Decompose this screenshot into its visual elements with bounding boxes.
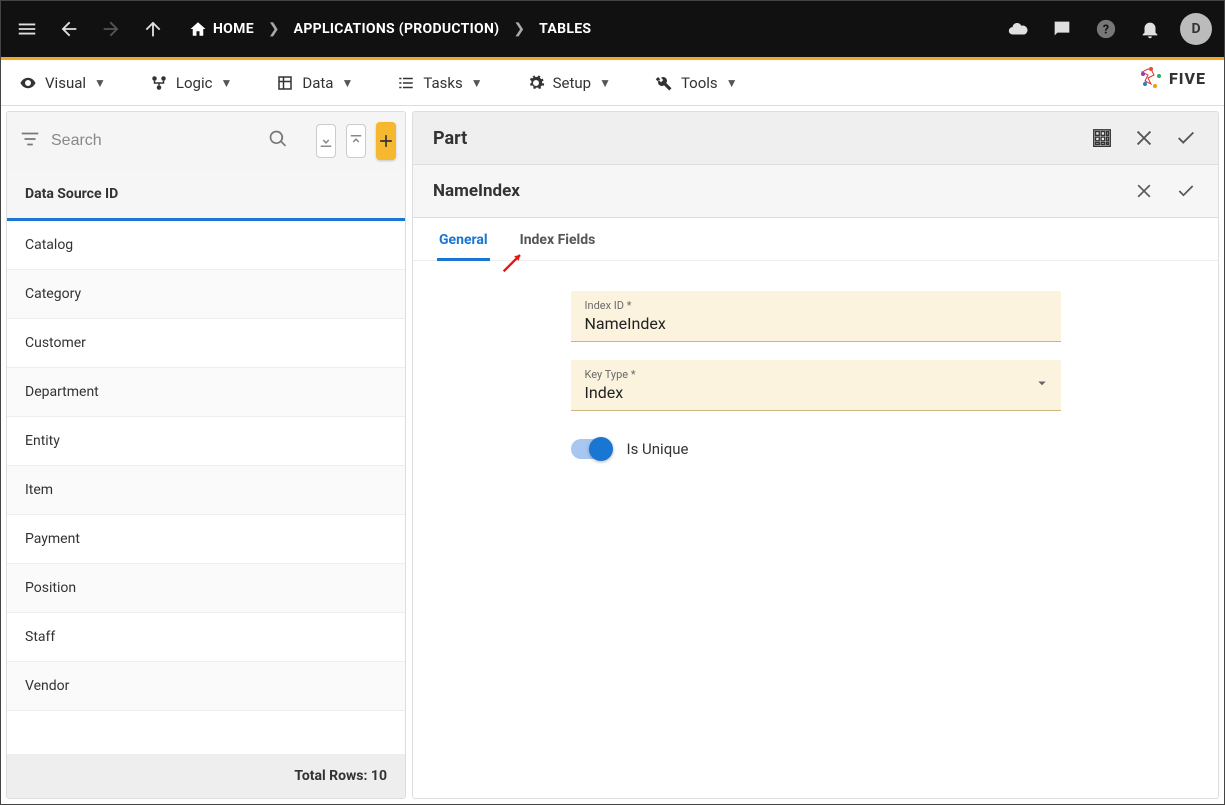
total-rows-label: Total Rows: 10 [294,768,387,784]
menu-visual[interactable]: Visual▼ [19,74,106,92]
page-title: Part [433,128,467,149]
topbar: HOME ❯ APPLICATIONS (PRODUCTION) ❯ TABLE… [1,1,1224,57]
right-header: Part [413,112,1218,165]
subtitle: NameIndex [433,181,520,201]
menu-label: Visual [45,74,86,92]
field-value: Index [585,383,1047,402]
menu-tools[interactable]: Tools▼ [655,74,738,92]
tabs: General Index Fields [413,218,1218,261]
list-item-label: Position [25,580,76,596]
chat-icon[interactable] [1048,15,1076,43]
avatar[interactable]: D [1180,13,1212,45]
svg-text:?: ? [1103,23,1109,38]
list-item[interactable]: Department [7,368,405,417]
list-item-label: Customer [25,335,86,351]
data-source-list: Catalog Category Customer Department Ent… [7,221,405,754]
list-item-label: Payment [25,531,80,547]
breadcrumb-label: TABLES [539,21,591,37]
list-item[interactable]: Catalog [7,221,405,270]
left-footer: Total Rows: 10 [7,754,405,798]
toggle-knob [589,437,613,461]
add-button[interactable] [376,122,396,160]
list-item-label: Staff [25,629,55,645]
toggle-label: Is Unique [627,440,689,458]
chevron-down-icon[interactable] [1033,374,1051,396]
right-subheader: NameIndex [413,165,1218,218]
menu-label: Tasks [423,74,462,92]
tab-general[interactable]: General [437,218,490,260]
list-item[interactable]: Category [7,270,405,319]
brand-logo: FIVE [1139,66,1206,90]
list-item-label: Entity [25,433,60,449]
menu-data[interactable]: Data▼ [276,74,353,92]
list-item[interactable]: Position [7,564,405,613]
index-id-field[interactable]: Index ID * NameIndex [571,291,1061,342]
list-item-label: Category [25,286,81,302]
breadcrumb-applications[interactable]: APPLICATIONS (PRODUCTION) [294,21,500,37]
list-item[interactable]: Item [7,466,405,515]
import-button[interactable] [316,124,336,158]
list-item[interactable]: Staff [7,613,405,662]
breadcrumb-home[interactable]: HOME [189,20,254,38]
field-label: Key Type * [585,368,1047,381]
left-toolbar [7,112,405,170]
tab-label: Index Fields [520,232,596,248]
filter-icon[interactable] [19,128,41,154]
menu-label: Setup [553,74,591,92]
menubar: Visual▼ Logic▼ Data▼ Tasks▼ Setup▼ Tools… [1,60,1224,106]
field-value: NameIndex [585,314,1047,333]
field-label: Index ID * [585,299,1047,312]
back-icon[interactable] [55,15,83,43]
avatar-initial: D [1191,21,1200,37]
breadcrumbs: HOME ❯ APPLICATIONS (PRODUCTION) ❯ TABLE… [189,20,591,38]
right-panel: Part NameIndex [412,111,1219,799]
close-icon[interactable] [1132,179,1156,203]
bell-icon[interactable] [1136,15,1164,43]
menu-label: Logic [176,74,213,92]
list-item-label: Vendor [25,678,69,694]
tab-label: General [439,232,488,248]
breadcrumb-tables[interactable]: TABLES [539,21,591,37]
left-header-label: Data Source ID [25,186,118,202]
search-input[interactable] [51,132,258,150]
up-icon[interactable] [139,15,167,43]
list-item[interactable]: Vendor [7,662,405,711]
help-icon[interactable]: ? [1092,15,1120,43]
left-panel: Data Source ID Catalog Category Customer… [6,111,406,799]
list-item-label: Item [25,482,53,498]
list-item[interactable]: Customer [7,319,405,368]
form-area: Index ID * NameIndex Key Type * Index Is… [413,261,1218,489]
check-icon[interactable] [1174,179,1198,203]
left-header: Data Source ID [7,170,405,221]
cloud-icon[interactable] [1004,15,1032,43]
menu-tasks[interactable]: Tasks▼ [397,74,482,92]
list-item-label: Catalog [25,237,73,253]
menu-label: Data [302,74,333,92]
menu-label: Tools [681,74,718,92]
main: Data Source ID Catalog Category Customer… [1,106,1224,804]
list-item-label: Department [25,384,99,400]
menu-setup[interactable]: Setup▼ [527,74,611,92]
chevron-right-icon: ❯ [513,21,525,37]
list-item[interactable]: Payment [7,515,405,564]
menu-logic[interactable]: Logic▼ [150,74,232,92]
key-type-field[interactable]: Key Type * Index [571,360,1061,411]
is-unique-toggle[interactable] [571,439,611,459]
forward-icon [97,15,125,43]
search-icon[interactable] [268,129,288,153]
check-icon[interactable] [1174,126,1198,150]
close-icon[interactable] [1132,126,1156,150]
list-item[interactable]: Entity [7,417,405,466]
breadcrumb-label: HOME [213,21,254,37]
grid-icon[interactable] [1090,126,1114,150]
chevron-right-icon: ❯ [268,21,280,37]
brand-text: FIVE [1169,69,1206,88]
export-button[interactable] [346,124,366,158]
hamburger-icon[interactable] [13,15,41,43]
is-unique-row: Is Unique [571,439,1061,459]
breadcrumb-label: APPLICATIONS (PRODUCTION) [294,21,500,37]
tab-index-fields[interactable]: Index Fields [518,218,598,260]
